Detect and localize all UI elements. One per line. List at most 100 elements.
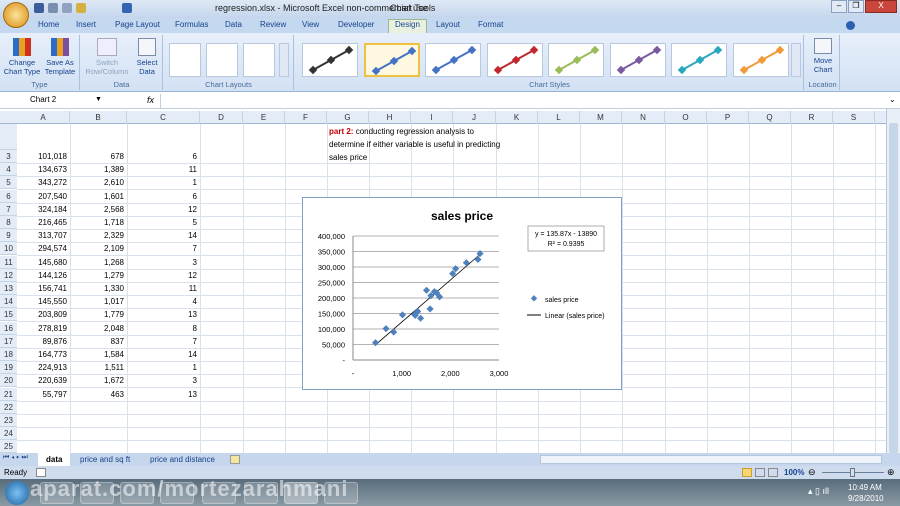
layouts-more-button[interactable] bbox=[279, 43, 289, 77]
cell-c[interactable]: 1 bbox=[127, 361, 197, 374]
cell-a[interactable]: 216,465 bbox=[17, 216, 67, 229]
save-icon[interactable] bbox=[34, 3, 44, 13]
cell-c[interactable]: 1 bbox=[127, 176, 197, 189]
column-header-l[interactable]: L bbox=[538, 111, 580, 124]
cell-b[interactable]: 1,601 bbox=[70, 190, 124, 203]
cell-b[interactable] bbox=[70, 414, 124, 427]
column-header-j[interactable]: J bbox=[453, 111, 496, 124]
chart-style-3[interactable] bbox=[425, 43, 481, 77]
row-header[interactable]: 18 bbox=[0, 348, 17, 361]
row-header[interactable]: 25 bbox=[0, 440, 17, 454]
row-header[interactable]: 8 bbox=[0, 216, 17, 229]
column-header-d[interactable]: D bbox=[200, 111, 243, 124]
close-button[interactable]: X bbox=[865, 0, 897, 13]
cell-c[interactable]: 13 bbox=[127, 308, 197, 321]
undo-icon[interactable] bbox=[122, 3, 132, 13]
chart-style-5[interactable] bbox=[548, 43, 604, 77]
cell-a[interactable] bbox=[17, 414, 67, 427]
chart-layout-2[interactable] bbox=[206, 43, 238, 77]
cell-b[interactable]: 2,109 bbox=[70, 242, 124, 255]
tab-data[interactable]: Data bbox=[225, 20, 242, 29]
cell-a[interactable] bbox=[17, 440, 67, 453]
chart-style-7[interactable] bbox=[671, 43, 727, 77]
column-header-g[interactable]: G bbox=[327, 111, 369, 124]
cell-b[interactable]: 1,389 bbox=[70, 163, 124, 176]
zoom-out-icon[interactable]: ⊖ bbox=[808, 466, 816, 479]
cell-a[interactable]: 324,184 bbox=[17, 203, 67, 216]
chart-style-8[interactable] bbox=[732, 43, 789, 77]
cell-c[interactable]: 11 bbox=[127, 163, 197, 176]
cell-b[interactable]: 2,048 bbox=[70, 322, 124, 335]
cell-a[interactable]: 145,550 bbox=[17, 295, 67, 308]
cell-a[interactable]: 224,913 bbox=[17, 361, 67, 374]
chart-style-2[interactable] bbox=[363, 43, 420, 77]
cell-c[interactable]: 4 bbox=[127, 295, 197, 308]
row-header[interactable]: 9 bbox=[0, 229, 17, 243]
cell-a[interactable] bbox=[17, 401, 67, 414]
cell-a[interactable]: 278,819 bbox=[17, 322, 67, 335]
cell-a[interactable]: 156,741 bbox=[17, 282, 67, 295]
change-chart-type-button[interactable]: Change Chart Type bbox=[3, 38, 41, 76]
row-header[interactable]: 7 bbox=[0, 202, 17, 216]
column-header-o[interactable]: O bbox=[665, 111, 707, 124]
sheet-tab-price-distance[interactable]: price and distance bbox=[142, 453, 223, 466]
cell-a[interactable]: 313,707 bbox=[17, 229, 67, 242]
row-header[interactable]: 24 bbox=[0, 427, 17, 441]
row-header[interactable]: 19 bbox=[0, 361, 17, 375]
chart-style-6[interactable] bbox=[609, 43, 666, 77]
row-header[interactable]: 12 bbox=[0, 268, 17, 282]
cell-c[interactable] bbox=[127, 427, 197, 440]
tab-format[interactable]: Format bbox=[478, 20, 503, 29]
insert-function-button[interactable]: fx bbox=[147, 95, 154, 105]
start-button[interactable] bbox=[5, 481, 29, 505]
cell-b[interactable]: 2,568 bbox=[70, 203, 124, 216]
row-header[interactable]: 14 bbox=[0, 295, 17, 309]
cell-b[interactable]: 2,329 bbox=[70, 229, 124, 242]
row-header[interactable]: 3 bbox=[0, 150, 17, 163]
cell-b[interactable]: 1,672 bbox=[70, 374, 124, 387]
cell-c[interactable]: 6 bbox=[127, 150, 197, 163]
column-header-p[interactable]: P bbox=[707, 111, 749, 124]
cell-a[interactable] bbox=[17, 427, 67, 440]
column-header-b[interactable]: B bbox=[70, 111, 127, 124]
cell-c[interactable]: 3 bbox=[127, 256, 197, 269]
cell-a[interactable]: 144,126 bbox=[17, 269, 67, 282]
column-header-r[interactable]: R bbox=[791, 111, 833, 124]
cell-a[interactable]: 134,673 bbox=[17, 163, 67, 176]
cell-b[interactable]: 1,584 bbox=[70, 348, 124, 361]
column-header-h[interactable]: H bbox=[369, 111, 411, 124]
row-header[interactable]: 5 bbox=[0, 176, 17, 190]
cell-c[interactable] bbox=[127, 401, 197, 414]
sheet-tab-price-sq-ft[interactable]: price and sq ft bbox=[72, 453, 138, 466]
column-header-e[interactable]: E bbox=[243, 111, 285, 124]
cell-c[interactable]: 11 bbox=[127, 282, 197, 295]
cell-a[interactable]: 294,574 bbox=[17, 242, 67, 255]
chart-style-1[interactable] bbox=[302, 43, 358, 77]
spelling-icon[interactable] bbox=[62, 3, 72, 13]
name-box[interactable]: Chart 2 bbox=[2, 95, 104, 107]
cell-b[interactable]: 678 bbox=[70, 150, 124, 163]
row-header[interactable]: 4 bbox=[0, 163, 17, 177]
cell-c[interactable]: 5 bbox=[127, 216, 197, 229]
sheet-tab-data[interactable]: data bbox=[38, 453, 71, 466]
minimize-button[interactable]: – bbox=[831, 0, 847, 13]
column-header-n[interactable]: N bbox=[622, 111, 665, 124]
cell-c[interactable] bbox=[127, 440, 197, 453]
cell-b[interactable]: 1,511 bbox=[70, 361, 124, 374]
tray-icons[interactable]: ▴ ▯ ıll bbox=[808, 486, 829, 497]
column-header-m[interactable]: M bbox=[580, 111, 622, 124]
chart-style-4[interactable] bbox=[486, 43, 543, 77]
chart-layout-3[interactable] bbox=[243, 43, 275, 77]
save-as-template-button[interactable]: Save As Template bbox=[42, 38, 78, 76]
cell-c[interactable]: 7 bbox=[127, 242, 197, 255]
tab-home[interactable]: Home bbox=[38, 20, 59, 29]
normal-view-icon[interactable] bbox=[742, 468, 752, 477]
move-chart-button[interactable]: Move Chart bbox=[808, 38, 838, 74]
column-header-s[interactable]: S bbox=[833, 111, 875, 124]
row-header[interactable]: 20 bbox=[0, 374, 17, 388]
cell-c[interactable]: 12 bbox=[127, 203, 197, 216]
office-button[interactable] bbox=[3, 2, 29, 28]
cell-a[interactable]: 220,639 bbox=[17, 374, 67, 387]
cell-c[interactable]: 7 bbox=[127, 335, 197, 348]
cell-a[interactable]: 203,809 bbox=[17, 308, 67, 321]
